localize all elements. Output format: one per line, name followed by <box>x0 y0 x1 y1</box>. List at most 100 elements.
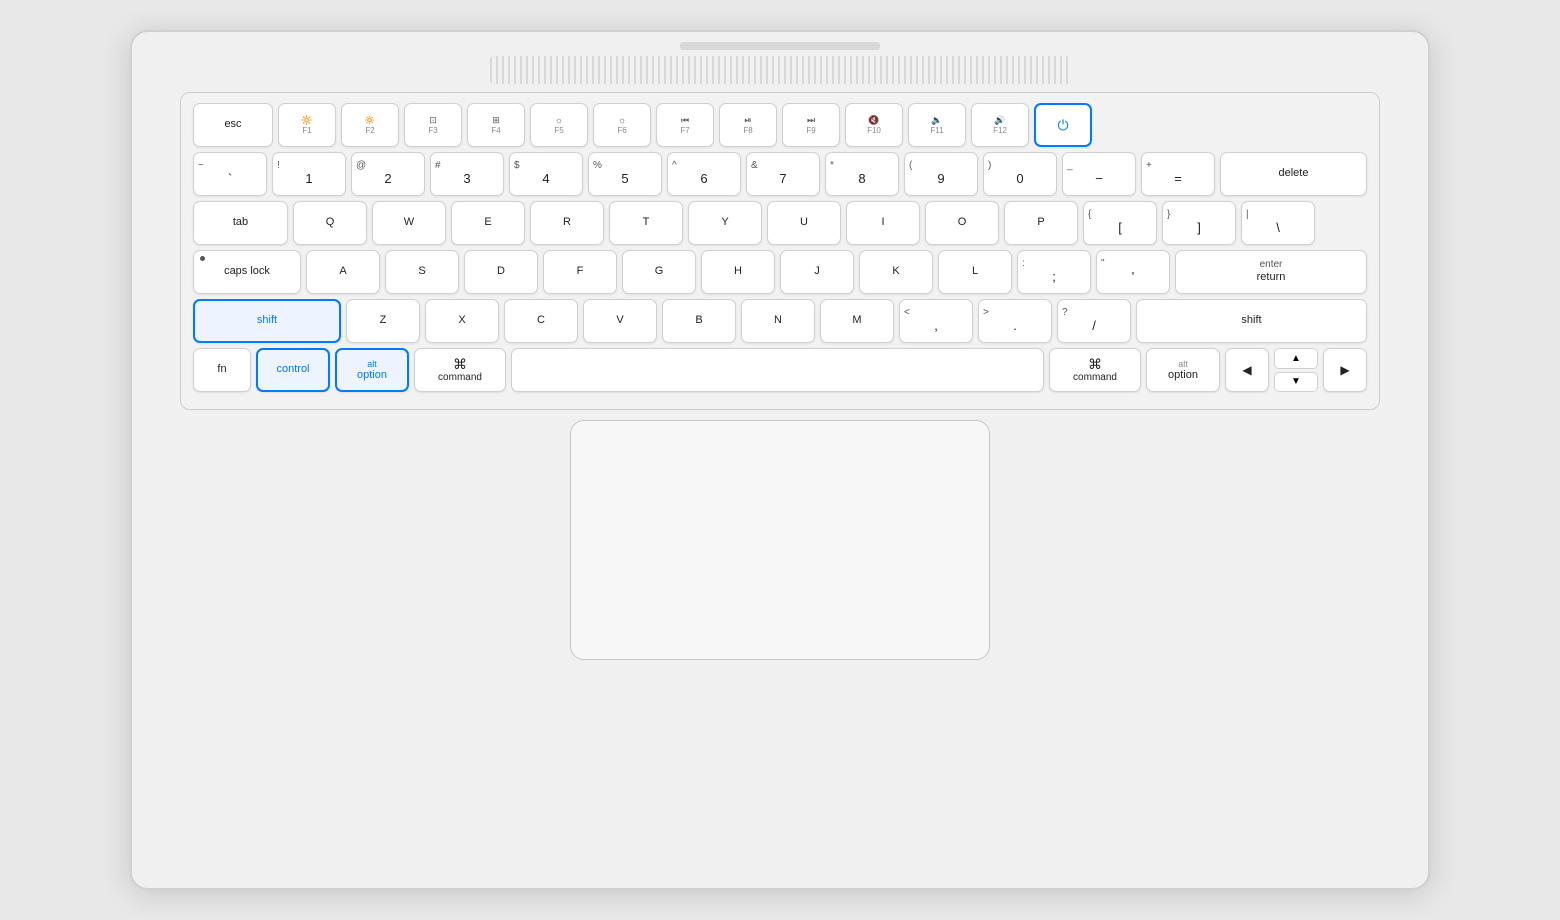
key-c[interactable]: C <box>504 299 578 343</box>
key-f4[interactable]: ⊞ F4 <box>467 103 525 147</box>
key-f5[interactable]: ☼ F5 <box>530 103 588 147</box>
e-label: E <box>484 216 491 229</box>
laptop-body: esc 🔆 F1 🔅 F2 ⊡ F3 ⊞ F4 ☼ F5 <box>130 30 1430 890</box>
key-3[interactable]: # 3 <box>430 152 504 196</box>
key-rbracket[interactable]: } ] <box>1162 201 1236 245</box>
key-u[interactable]: U <box>767 201 841 245</box>
key-arrow-up[interactable]: ▲ <box>1274 348 1318 369</box>
key-f2[interactable]: 🔅 F2 <box>341 103 399 147</box>
key-arrow-down[interactable]: ▼ <box>1274 372 1318 393</box>
key-shift-right[interactable]: shift <box>1136 299 1367 343</box>
key-f12[interactable]: 🔊 F12 <box>971 103 1029 147</box>
fn-label: fn <box>217 363 226 376</box>
f6-label: F6 <box>617 126 626 136</box>
f12-label: F12 <box>993 126 1007 136</box>
key-f7[interactable]: ⏮ F7 <box>656 103 714 147</box>
key-space[interactable] <box>511 348 1044 392</box>
key-d[interactable]: D <box>464 250 538 294</box>
key-backslash[interactable]: | \ <box>1241 201 1315 245</box>
key-f1[interactable]: 🔆 F1 <box>278 103 336 147</box>
key-a[interactable]: A <box>306 250 380 294</box>
key-arrow-left[interactable]: ◀ <box>1225 348 1269 392</box>
key-y[interactable]: Y <box>688 201 762 245</box>
arrow-right-icon: ▶ <box>1340 363 1349 377</box>
key-command-right[interactable]: ⌘ command <box>1049 348 1141 392</box>
key-v[interactable]: V <box>583 299 657 343</box>
s-label: S <box>418 265 425 278</box>
key-g[interactable]: G <box>622 250 696 294</box>
key-l[interactable]: L <box>938 250 1012 294</box>
key-semicolon[interactable]: : ; <box>1017 250 1091 294</box>
key-equals[interactable]: + = <box>1141 152 1215 196</box>
f10-label: F10 <box>867 126 881 136</box>
key-f8[interactable]: ⏯ F8 <box>719 103 777 147</box>
key-i[interactable]: I <box>846 201 920 245</box>
key-5[interactable]: % 5 <box>588 152 662 196</box>
key-f[interactable]: F <box>543 250 617 294</box>
key-k[interactable]: K <box>859 250 933 294</box>
question: ? <box>1062 308 1068 318</box>
key-6-main: 6 <box>700 171 707 187</box>
key-b[interactable]: B <box>662 299 736 343</box>
key-9[interactable]: ( 9 <box>904 152 978 196</box>
r-label: R <box>563 216 571 229</box>
key-shift-left[interactable]: shift <box>193 299 341 343</box>
key-caps-lock[interactable]: caps lock <box>193 250 301 294</box>
option-right-alt-label: alt <box>1178 359 1188 370</box>
key-r[interactable]: R <box>530 201 604 245</box>
key-f10[interactable]: 🔇 F10 <box>845 103 903 147</box>
key-h[interactable]: H <box>701 250 775 294</box>
f2-label: F2 <box>365 126 374 136</box>
key-e[interactable]: E <box>451 201 525 245</box>
key-enter[interactable]: enter return <box>1175 250 1367 294</box>
zxcv-row: shift Z X C V B N M < , > . ? / shift <box>193 299 1367 343</box>
key-f6[interactable]: ☼ F6 <box>593 103 651 147</box>
key-n[interactable]: N <box>741 299 815 343</box>
key-7[interactable]: & 7 <box>746 152 820 196</box>
key-control[interactable]: control <box>256 348 330 392</box>
key-arrow-right[interactable]: ▶ <box>1323 348 1367 392</box>
command-left-label: command <box>438 372 482 384</box>
key-backtick[interactable]: ~ ` <box>193 152 267 196</box>
key-2[interactable]: @ 2 <box>351 152 425 196</box>
key-x[interactable]: X <box>425 299 499 343</box>
enter-top-label: enter <box>1260 259 1283 271</box>
key-1[interactable]: ! 1 <box>272 152 346 196</box>
key-f3[interactable]: ⊡ F3 <box>404 103 462 147</box>
key-option-left[interactable]: alt option <box>335 348 409 392</box>
key-6[interactable]: ^ 6 <box>667 152 741 196</box>
shift-right-label: shift <box>1241 314 1261 327</box>
key-esc[interactable]: esc <box>193 103 273 147</box>
key-8[interactable]: * 8 <box>825 152 899 196</box>
key-m[interactable]: M <box>820 299 894 343</box>
key-o[interactable]: O <box>925 201 999 245</box>
delete-label: delete <box>1279 167 1309 180</box>
key-f9[interactable]: ⏭ F9 <box>782 103 840 147</box>
key-delete[interactable]: delete <box>1220 152 1367 196</box>
u-label: U <box>800 216 808 229</box>
key-p[interactable]: P <box>1004 201 1078 245</box>
key-lbracket[interactable]: { [ <box>1083 201 1157 245</box>
key-command-left[interactable]: ⌘ command <box>414 348 506 392</box>
trackpad[interactable] <box>570 420 990 660</box>
key-w[interactable]: W <box>372 201 446 245</box>
key-slash[interactable]: ? / <box>1057 299 1131 343</box>
key-fn[interactable]: fn <box>193 348 251 392</box>
key-j[interactable]: J <box>780 250 854 294</box>
key-t[interactable]: T <box>609 201 683 245</box>
key-s[interactable]: S <box>385 250 459 294</box>
key-z[interactable]: Z <box>346 299 420 343</box>
key-power[interactable]: ⏻ <box>1034 103 1092 147</box>
key-4[interactable]: $ 4 <box>509 152 583 196</box>
period: . <box>1013 318 1017 334</box>
key-q[interactable]: Q <box>293 201 367 245</box>
key-0[interactable]: ) 0 <box>983 152 1057 196</box>
key-quote[interactable]: " ' <box>1096 250 1170 294</box>
key-f11[interactable]: 🔉 F11 <box>908 103 966 147</box>
key-option-right[interactable]: alt option <box>1146 348 1220 392</box>
key-comma[interactable]: < , <box>899 299 973 343</box>
x-label: X <box>458 314 465 327</box>
key-minus[interactable]: _ − <box>1062 152 1136 196</box>
key-tab[interactable]: tab <box>193 201 288 245</box>
key-period[interactable]: > . <box>978 299 1052 343</box>
